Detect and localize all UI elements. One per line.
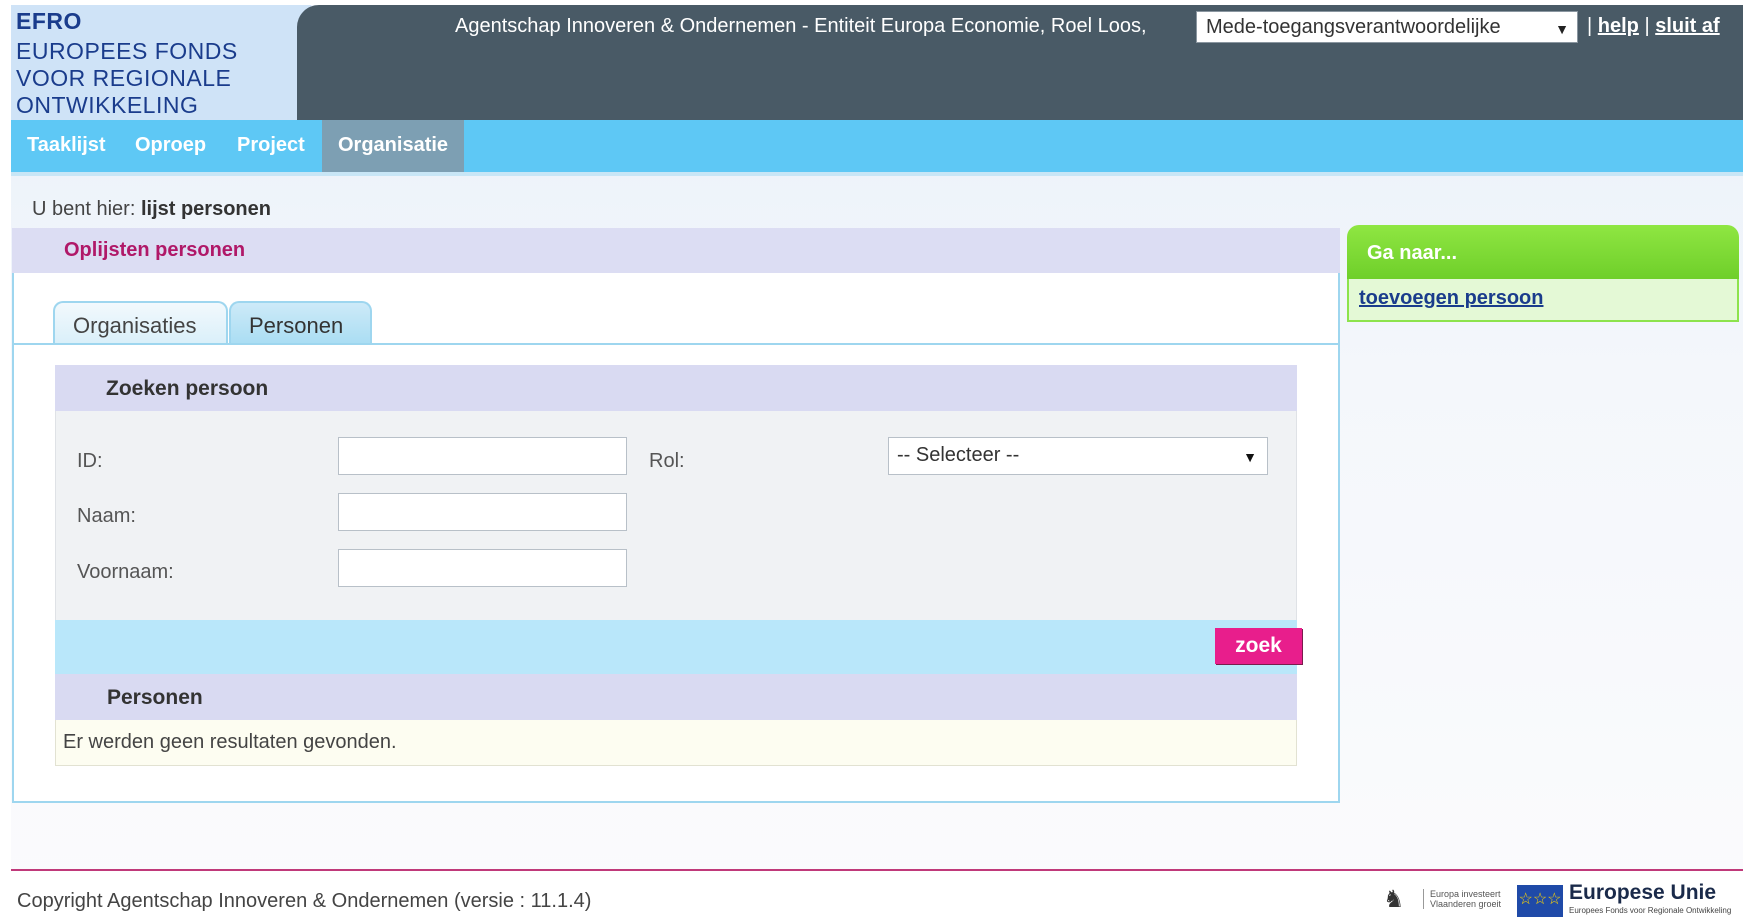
vlaanderen-logo: ♞ Europa investeert Vlaanderen groeit: [1383, 883, 1513, 917]
id-field[interactable]: [338, 437, 627, 475]
id-label: ID:: [77, 450, 103, 472]
chevron-down-icon: ▼: [1243, 449, 1257, 465]
breadcrumb-current: lijst personen: [140, 198, 271, 220]
separator: |: [1644, 15, 1650, 37]
eu-logo: Europese Unie Europees Fonds voor Region…: [1569, 881, 1731, 915]
search-actions: zoek: [55, 620, 1302, 674]
nav-item-oproep[interactable]: Oproep: [119, 120, 222, 172]
separator: |: [1587, 15, 1593, 37]
voornaam-field[interactable]: [338, 549, 627, 587]
empty-message: Er werden geen resultaten gevonden.: [63, 731, 397, 753]
role-select-value: Mede-toegangsverantwoordelijke: [1206, 16, 1501, 38]
tab-personen[interactable]: Personen: [229, 301, 372, 345]
eu-flag-icon: ☆☆☆: [1517, 885, 1563, 917]
nav-item-organisatie[interactable]: Organisatie: [322, 120, 465, 172]
eu-subtitle: Europees Fonds voor Regionale Ontwikkeli…: [1569, 906, 1732, 915]
sidebar-links: toevoegen persoon: [1347, 279, 1739, 322]
nav-item-taaklijst[interactable]: Taaklijst: [11, 120, 122, 172]
rol-select-value: -- Selecteer --: [897, 444, 1020, 466]
logo-subtitle: EUROPEES FONDS VOOR REGIONALE ONTWIKKELI…: [16, 38, 238, 118]
add-person-link[interactable]: toevoegen persoon: [1359, 287, 1543, 310]
results-title: Personen: [107, 686, 203, 709]
help-link[interactable]: help: [1598, 15, 1639, 37]
efro-logo[interactable]: EFRO EUROPEES FONDS VOOR REGIONALE ONTWI…: [11, 5, 311, 120]
sidebar-title: Ga naar...: [1367, 242, 1458, 264]
results-body: Er werden geen resultaten gevonden.: [55, 720, 1297, 766]
page: EFRO EUROPEES FONDS VOOR REGIONALE ONTWI…: [11, 5, 1743, 919]
search-button[interactable]: zoek: [1215, 628, 1302, 664]
logout-link[interactable]: sluit af: [1655, 15, 1719, 37]
top-links: | help | sluit af: [1587, 15, 1720, 38]
vlaanderen-text: Europa investeert Vlaanderen groeit: [1423, 889, 1501, 909]
tab-organisaties[interactable]: Organisaties: [53, 301, 228, 345]
logo-title: EFRO: [16, 8, 82, 34]
panel-title: Oplijsten personen: [64, 239, 246, 261]
rol-select[interactable]: -- Selecteer -- ▼: [888, 437, 1268, 475]
results-header: Personen: [55, 674, 1297, 720]
rol-label: Rol:: [649, 450, 685, 472]
chevron-down-icon: ▼: [1555, 21, 1569, 37]
search-title: Zoeken persoon: [106, 377, 269, 400]
eu-title: Europese Unie: [1569, 881, 1717, 904]
naam-field[interactable]: [338, 493, 627, 531]
search-header: Zoeken persoon: [55, 365, 1297, 411]
footer: Copyright Agentschap Innoveren & Onderne…: [11, 871, 1743, 919]
role-select[interactable]: Mede-toegangsverantwoordelijke ▼: [1196, 11, 1578, 43]
naam-label: Naam:: [77, 505, 136, 527]
lion-icon: ♞: [1383, 886, 1405, 913]
copyright: Copyright Agentschap Innoveren & Onderne…: [17, 890, 592, 912]
vlaanderen-text-line1: Europa investeert: [1430, 889, 1501, 899]
nav-item-project[interactable]: Project: [221, 120, 321, 172]
voornaam-label: Voornaam:: [77, 561, 174, 583]
panel-header: Oplijsten personen: [12, 228, 1340, 273]
nav-divider: [11, 172, 1743, 176]
sidebar-header: Ga naar...: [1347, 225, 1739, 279]
breadcrumb: U bent hier: lijst personen: [32, 198, 271, 221]
main-nav: Taaklijst Oproep Project Organisatie: [11, 120, 1743, 172]
tab-divider: [13, 343, 1339, 345]
breadcrumb-prefix: U bent hier:: [32, 198, 136, 220]
vlaanderen-text-line2: Vlaanderen groeit: [1430, 899, 1502, 909]
user-info: Agentschap Innoveren & Ondernemen - Enti…: [455, 15, 1147, 37]
